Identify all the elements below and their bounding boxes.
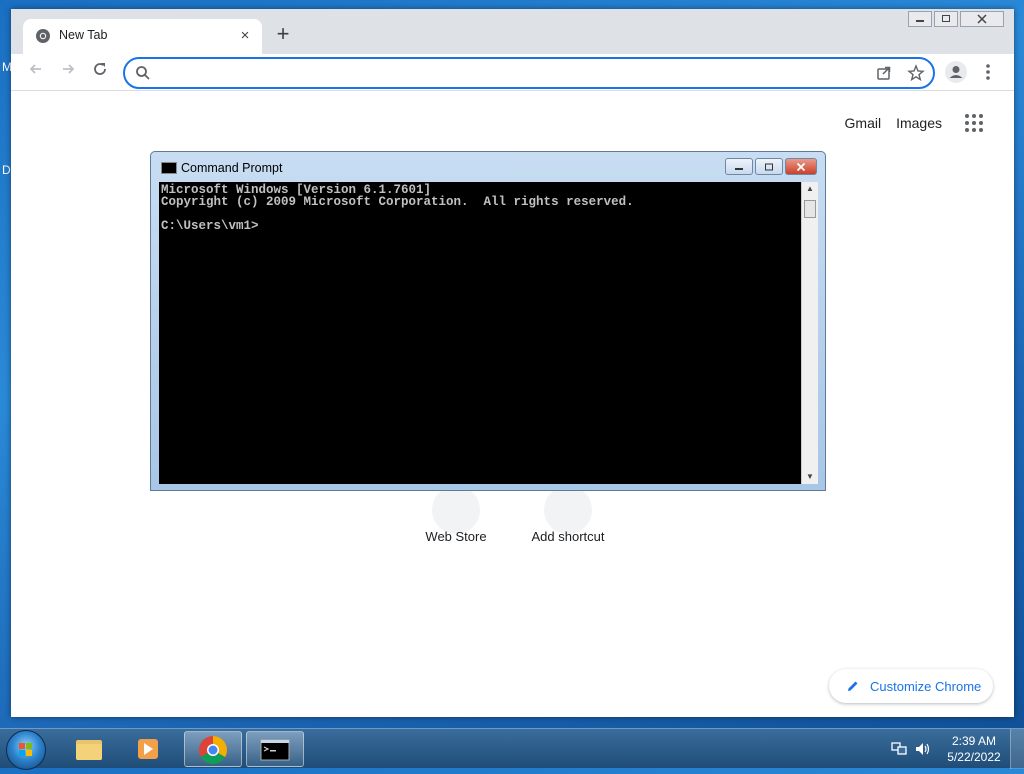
reload-icon bbox=[94, 63, 106, 75]
pencil-icon bbox=[848, 681, 858, 691]
media-player-icon bbox=[138, 739, 158, 759]
restore-icon bbox=[942, 15, 950, 22]
reload-button[interactable] bbox=[88, 60, 112, 84]
chrome-toolbar bbox=[11, 54, 1014, 91]
cmd-window-controls bbox=[723, 158, 817, 175]
close-window-button[interactable] bbox=[960, 11, 1004, 27]
folder-icon bbox=[76, 740, 102, 760]
clock-date: 5/22/2022 bbox=[947, 750, 1001, 764]
scroll-down-arrow-icon[interactable]: ▼ bbox=[802, 470, 818, 484]
tab-new-tab[interactable]: New Tab × bbox=[23, 19, 262, 54]
close-tab-button[interactable]: × bbox=[235, 26, 255, 46]
forward-button[interactable] bbox=[56, 60, 80, 84]
taskbar-command-prompt[interactable] bbox=[246, 731, 304, 767]
back-arrow-icon bbox=[29, 64, 41, 74]
plus-icon bbox=[544, 486, 592, 534]
search-icon bbox=[136, 66, 150, 80]
desktop-icon-label: D bbox=[2, 163, 11, 177]
cmd-icon bbox=[260, 739, 290, 761]
command-prompt-window: Command Prompt Microsoft Windows [Versio… bbox=[150, 151, 826, 491]
volume-icon[interactable] bbox=[914, 741, 932, 757]
restore-button[interactable] bbox=[934, 11, 958, 27]
cmd-close-button[interactable] bbox=[785, 158, 817, 175]
clock-time: 2:39 AM bbox=[951, 734, 997, 748]
window-controls bbox=[906, 11, 1004, 29]
show-desktop-button[interactable] bbox=[1010, 729, 1024, 769]
system-clock[interactable]: 2:39 AM 5/22/2022 bbox=[946, 733, 1002, 765]
shortcut-web-store[interactable] bbox=[406, 486, 506, 534]
new-tab-button[interactable]: + bbox=[272, 23, 294, 46]
profile-button[interactable] bbox=[945, 61, 967, 83]
chrome-icon bbox=[199, 736, 227, 764]
cmd-console[interactable]: Microsoft Windows [Version 6.1.7601] Cop… bbox=[159, 182, 801, 484]
bookmark-star-icon[interactable] bbox=[907, 64, 925, 82]
restore-icon bbox=[765, 163, 773, 170]
gmail-link[interactable]: Gmail bbox=[845, 115, 882, 131]
close-icon bbox=[796, 162, 806, 171]
chrome-menu-button[interactable] bbox=[981, 61, 995, 83]
minimize-button[interactable] bbox=[908, 11, 932, 27]
cmd-maximize-button[interactable] bbox=[755, 158, 783, 175]
close-icon bbox=[977, 14, 987, 24]
customize-chrome-button[interactable]: Customize Chrome bbox=[829, 669, 993, 703]
cmd-icon bbox=[161, 162, 177, 174]
google-apps-icon[interactable] bbox=[964, 113, 984, 133]
taskbar: 2:39 AM 5/22/2022 bbox=[0, 728, 1024, 770]
web-store-icon bbox=[432, 486, 480, 534]
taskbar-chrome[interactable] bbox=[184, 731, 242, 767]
minimize-icon bbox=[735, 167, 743, 170]
chrome-titlebar[interactable]: New Tab × + bbox=[11, 9, 1014, 54]
chrome-icon bbox=[36, 29, 50, 43]
back-button[interactable] bbox=[24, 60, 48, 84]
cmd-minimize-button[interactable] bbox=[725, 158, 753, 175]
images-link[interactable]: Images bbox=[896, 115, 942, 131]
network-icon[interactable] bbox=[890, 741, 908, 757]
profile-icon bbox=[949, 66, 963, 78]
cmd-output: Microsoft Windows [Version 6.1.7601] Cop… bbox=[161, 183, 634, 233]
start-button[interactable] bbox=[6, 730, 46, 770]
shortcut-add[interactable] bbox=[518, 486, 618, 534]
forward-arrow-icon bbox=[63, 64, 75, 74]
taskbar-explorer[interactable] bbox=[60, 731, 118, 767]
windows-logo-icon bbox=[19, 743, 32, 756]
tab-title: New Tab bbox=[59, 28, 108, 42]
ntp-top-links: Gmail Images bbox=[830, 113, 984, 133]
customize-chrome-label: Customize Chrome bbox=[870, 678, 982, 694]
cmd-scrollbar[interactable]: ▲ ▼ bbox=[801, 182, 818, 484]
more-vert-icon bbox=[986, 64, 990, 80]
shortcut-label[interactable]: Add shortcut bbox=[508, 529, 628, 544]
address-input[interactable] bbox=[157, 63, 861, 85]
shortcut-label[interactable]: Web Store bbox=[396, 529, 516, 544]
share-icon[interactable] bbox=[875, 64, 893, 82]
address-bar[interactable] bbox=[123, 57, 935, 89]
scroll-up-arrow-icon[interactable]: ▲ bbox=[802, 182, 818, 196]
scroll-thumb[interactable] bbox=[804, 200, 816, 218]
cmd-titlebar[interactable]: Command Prompt bbox=[159, 158, 817, 178]
taskbar-media-player[interactable] bbox=[120, 731, 178, 767]
cmd-window-title: Command Prompt bbox=[181, 161, 283, 175]
minimize-icon bbox=[916, 20, 924, 22]
